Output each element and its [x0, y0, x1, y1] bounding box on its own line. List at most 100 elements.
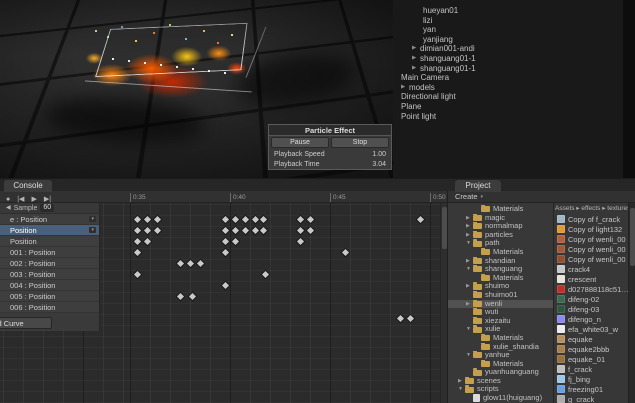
asset-item[interactable]: freezing01 — [555, 384, 629, 394]
anim-property-row[interactable]: 002 : Position — [0, 258, 99, 269]
project-scrollbar[interactable] — [628, 203, 635, 403]
asset-item[interactable]: equake2bbb — [555, 344, 629, 354]
project-tree-item[interactable]: ▶ magic — [448, 213, 553, 223]
animation-scrollbar[interactable] — [440, 203, 447, 403]
chevron-down-icon[interactable]: ▾ — [481, 194, 484, 200]
keyframe[interactable] — [143, 215, 152, 224]
keyframe[interactable] — [221, 215, 230, 224]
keyframe[interactable] — [221, 237, 230, 246]
fold-arrow-icon[interactable]: ▶ — [466, 257, 473, 266]
project-tree-item[interactable]: ▶ wenli — [448, 299, 553, 309]
fold-arrow-icon[interactable]: ▼ — [466, 351, 473, 360]
asset-item[interactable]: Copy of wenli_00 — [555, 254, 629, 264]
fold-arrow-icon[interactable]: ▶ — [458, 377, 465, 386]
keyframe[interactable] — [231, 226, 240, 235]
keyframe[interactable] — [221, 281, 230, 290]
project-tree-item[interactable]: ▼ shanguang — [448, 265, 553, 274]
keyframe[interactable] — [133, 215, 142, 224]
project-tree-item[interactable]: xulie_shandia — [448, 342, 553, 352]
keyframe[interactable] — [306, 215, 315, 224]
fold-arrow-icon[interactable]: ▼ — [466, 325, 473, 334]
fold-arrow-icon[interactable]: ▶ — [412, 54, 420, 64]
asset-item[interactable]: difeng-02 — [555, 294, 629, 304]
anim-property-row[interactable]: 003 : Position — [0, 269, 99, 280]
anim-property-row[interactable]: 004 : Position — [0, 280, 99, 291]
asset-item[interactable]: difengo_n — [555, 314, 629, 324]
asset-item[interactable]: g_crack — [555, 394, 629, 403]
fold-arrow-icon[interactable]: ▼ — [458, 385, 465, 394]
asset-item[interactable]: fj_bing — [555, 374, 629, 384]
project-tree-item[interactable]: Materials — [448, 333, 553, 343]
keyframe[interactable] — [251, 215, 260, 224]
fold-arrow-icon[interactable]: ▶ — [466, 282, 473, 291]
keyframe[interactable] — [221, 226, 230, 235]
asset-item[interactable]: crack4 — [555, 264, 629, 274]
project-tree-item[interactable]: ▶ scenes — [448, 376, 553, 386]
project-tree-item[interactable]: shuimo01 — [448, 290, 553, 300]
tab-project[interactable]: Project — [455, 180, 501, 192]
hierarchy-item[interactable]: Point light — [393, 112, 635, 122]
fold-arrow-icon[interactable]: ▶ — [412, 64, 420, 74]
project-tree-item[interactable]: ▶ normalmap — [448, 222, 553, 231]
project-tree-item[interactable]: xiezaitu — [448, 316, 553, 326]
fold-arrow-icon[interactable]: ▶ — [466, 231, 473, 240]
project-tree-item[interactable]: Materials — [448, 273, 553, 283]
fold-arrow-icon[interactable]: ▶ — [401, 83, 409, 93]
keyframe[interactable] — [259, 226, 268, 235]
fold-arrow-icon[interactable]: ▶ — [412, 44, 420, 54]
keyframe[interactable] — [143, 237, 152, 246]
asset-item[interactable]: difeng-03 — [555, 304, 629, 314]
fold-arrow-icon[interactable]: ▶ — [466, 222, 473, 231]
project-tree-item[interactable]: ▼ path — [448, 239, 553, 248]
left-arrow-icon[interactable]: ◀ — [6, 203, 11, 214]
project-tree-item[interactable]: wuti — [448, 308, 553, 317]
keyframe[interactable] — [241, 215, 250, 224]
chevron-down-icon[interactable]: ▾ — [89, 227, 96, 233]
keyframe[interactable] — [133, 226, 142, 235]
keyframe[interactable] — [416, 215, 425, 224]
project-tree-item[interactable]: yuanhuanguang — [448, 368, 553, 377]
anim-property-row[interactable]: 006 : Position — [0, 302, 99, 313]
anim-property-row[interactable]: 001 : Position — [0, 247, 99, 258]
keyframe[interactable] — [231, 237, 240, 246]
keyframe[interactable] — [251, 226, 260, 235]
create-button[interactable]: Create — [455, 192, 478, 201]
stop-button[interactable]: Stop — [331, 137, 389, 148]
asset-item[interactable]: Copy of wenli_00 — [555, 244, 629, 254]
hierarchy-item[interactable]: Plane — [393, 102, 635, 112]
pause-button[interactable]: Pause — [271, 137, 329, 148]
asset-item[interactable]: equake — [555, 334, 629, 344]
keyframe[interactable] — [143, 226, 152, 235]
keyframe[interactable] — [296, 237, 305, 246]
anim-property-row[interactable]: Position ▾ — [0, 225, 99, 236]
project-tree-item[interactable]: ▼ xulie — [448, 325, 553, 334]
project-tree-item[interactable]: glow11(huiguang) — [448, 394, 553, 403]
anim-property-row[interactable]: e : Position ▾ — [0, 214, 99, 225]
fold-arrow-icon[interactable]: ▶ — [466, 214, 473, 223]
keyframe[interactable] — [133, 248, 142, 257]
keyframe[interactable] — [296, 226, 305, 235]
project-tree-item[interactable]: ▶ shuimo — [448, 282, 553, 291]
keyframe[interactable] — [261, 270, 270, 279]
hierarchy-item[interactable]: ▶ models — [393, 83, 635, 93]
keyframe[interactable] — [176, 292, 185, 301]
keyframe[interactable] — [196, 259, 205, 268]
hierarchy-item[interactable]: Directional light — [393, 92, 635, 102]
asset-item[interactable]: f_crack — [555, 364, 629, 374]
keyframe[interactable] — [341, 248, 350, 257]
asset-item[interactable]: Copy of f_crack — [555, 214, 629, 224]
project-tree-item[interactable]: Materials — [448, 205, 553, 214]
asset-item[interactable]: Copy of wenli_00 — [555, 234, 629, 244]
asset-item[interactable]: Copy of light132 — [555, 224, 629, 234]
hierarchy-item[interactable]: lizi — [393, 16, 635, 26]
project-tree-item[interactable]: Materials — [448, 359, 553, 369]
anim-property-row[interactable]: Position — [0, 236, 99, 247]
keyframe[interactable] — [296, 215, 305, 224]
tab-console[interactable]: Console — [4, 180, 52, 192]
hierarchy-item[interactable]: yan — [393, 25, 635, 35]
keyframe[interactable] — [153, 226, 162, 235]
scrollbar-thumb[interactable] — [442, 207, 447, 249]
scene-view[interactable]: Particle Effect Pause Stop Playback Spee… — [0, 0, 393, 178]
hierarchy-item[interactable]: Main Camera — [393, 73, 635, 83]
keyframe[interactable] — [153, 215, 162, 224]
